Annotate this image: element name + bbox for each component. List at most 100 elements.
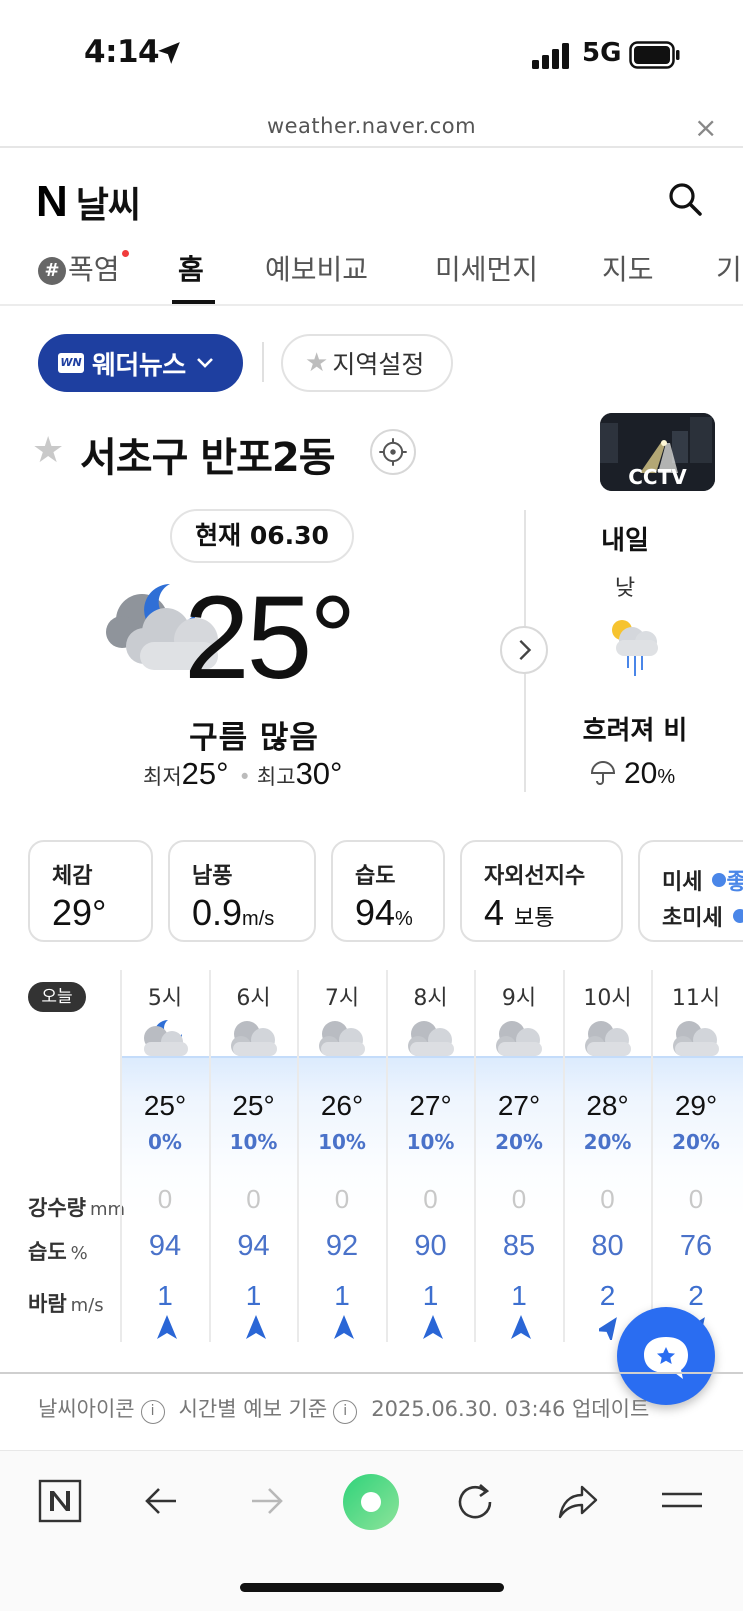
feels-like-card[interactable]: 체감 29° <box>28 840 153 942</box>
wind-card[interactable]: 남풍 0.9m/s <box>168 840 316 942</box>
separator-dot: • <box>238 765 251 789</box>
close-icon[interactable]: × <box>694 111 717 144</box>
wind-row-label: 바람 m/s <box>28 1292 104 1316</box>
green-dot-button[interactable] <box>342 1473 400 1531</box>
hour-humidity: 94 <box>148 1230 182 1262</box>
hour-rain-amount: 0 <box>246 1184 261 1214</box>
favorite-star-icon[interactable]: ★ <box>32 430 64 471</box>
wind-value: 0.9 <box>192 892 243 933</box>
share-icon[interactable] <box>556 1481 600 1521</box>
hour-temperature: 29° <box>674 1090 718 1121</box>
chat-star-icon <box>644 1337 688 1379</box>
hourly-forecast[interactable]: 강수량 mm 습도% 바람 m/s 5시 25° 0% 0 94 1 6시 25° 10% 0 94 1 7… <box>0 970 743 1344</box>
hour-label: 10시 <box>583 986 632 1011</box>
wind-direction-icon <box>510 1314 532 1344</box>
uv-level: 보통 <box>514 905 555 930</box>
back-arrow-icon[interactable] <box>142 1481 182 1521</box>
info-icon[interactable]: i <box>333 1400 358 1424</box>
url-text[interactable]: weather.naver.com <box>0 114 743 138</box>
wind-unit: m/s <box>242 908 275 930</box>
fine-dust-card[interactable]: 미세 좋 초미세 <box>638 840 743 942</box>
hour-column: 8시 27° 10% 0 90 1 <box>385 970 474 1342</box>
battery-icon <box>629 41 680 69</box>
refresh-icon[interactable] <box>454 1481 496 1523</box>
star-icon: ★ <box>305 348 329 378</box>
tomorrow-rain-unit: % <box>657 766 676 788</box>
hour-label: 8시 <box>413 986 448 1011</box>
cloudy-icon <box>223 1016 283 1064</box>
cloudy-icon <box>488 1016 548 1064</box>
hour-precip-chance: 10% <box>406 1130 455 1154</box>
hour-column: 6시 25° 10% 0 94 1 <box>208 970 297 1342</box>
forward-arrow-icon[interactable] <box>246 1481 286 1521</box>
tab-more[interactable]: 기 <box>716 248 742 288</box>
dust-status-dot <box>712 873 727 887</box>
hour-wind-speed: 1 <box>511 1280 527 1311</box>
network-type: 5G <box>582 38 622 68</box>
app-header: N 날씨 <box>0 150 743 230</box>
min-max-temperature: 최저25° • 최고30° <box>143 756 342 792</box>
weather-icon-guide[interactable]: 날씨아이콘 <box>38 1397 135 1421</box>
hour-humidity: 76 <box>679 1230 713 1262</box>
naver-weather-logo[interactable]: N 날씨 <box>36 176 141 228</box>
wind-direction-icon <box>333 1314 355 1344</box>
hour-wind-speed: 1 <box>422 1280 439 1311</box>
forecast-basis[interactable]: 시간별 예보 기준 <box>179 1397 328 1421</box>
hour-label: 5시 <box>147 986 183 1011</box>
search-icon[interactable] <box>668 182 702 216</box>
hour-precip-chance: 20% <box>583 1130 632 1154</box>
cloudy-icon <box>311 1016 371 1064</box>
tab-heatwave-label: 폭염 <box>68 253 120 286</box>
current-date-badge: 현재 06.30 <box>170 509 354 563</box>
umbrella-icon <box>590 761 616 785</box>
region-settings-button[interactable]: ★ 지역설정 <box>281 334 453 392</box>
hour-rain-amount: 0 <box>423 1184 438 1214</box>
weather-news-button[interactable]: WN 웨더뉴스 <box>38 334 243 392</box>
signal-icon <box>532 43 569 69</box>
hour-rain-amount: 0 <box>600 1184 615 1214</box>
ultrafine-dust-label: 초미세 <box>662 906 723 931</box>
feels-like-value: 29° <box>52 892 107 933</box>
uv-index-card[interactable]: 자외선지수 4 보통 <box>460 840 623 942</box>
hour-temperature: 27° <box>409 1090 452 1121</box>
hour-rain-amount: 0 <box>688 1184 704 1214</box>
next-arrow-button[interactable] <box>500 626 548 674</box>
tab-map[interactable]: 지도 <box>602 248 654 288</box>
current-condition: 구름 많음 <box>189 720 319 756</box>
menu-icon[interactable] <box>660 1485 704 1515</box>
hour-humidity: 85 <box>502 1230 536 1262</box>
chatbot-fab[interactable] <box>617 1307 715 1405</box>
cloudy-night-icon <box>134 1016 194 1064</box>
naver-home-icon[interactable] <box>38 1479 82 1523</box>
new-dot <box>121 250 129 257</box>
tab-home[interactable]: 홈 <box>178 248 204 288</box>
gps-target-icon[interactable] <box>370 429 416 475</box>
tomorrow-rain-chance: 20% <box>590 757 675 791</box>
tab-fine-dust[interactable]: 미세먼지 <box>435 248 538 288</box>
chip-divider <box>262 342 264 382</box>
hour-column: 11시 29° 20% 0 76 2 <box>651 970 739 1343</box>
cloudy-icon <box>577 1016 637 1064</box>
humidity-value: 94 <box>355 892 396 933</box>
max-value: 30° <box>295 756 343 791</box>
feels-like-label: 체감 <box>52 864 93 889</box>
footer-info: 날씨아이콘 i 시간별 예보 기준 i 2025.06.30. 03:46 업데이트 <box>38 1393 649 1424</box>
hour-rain-amount: 0 <box>511 1184 527 1214</box>
hashtag-icon: # <box>38 257 66 285</box>
hour-label: 9시 <box>501 986 537 1011</box>
tomorrow-period: 낮 <box>614 576 636 601</box>
location-name[interactable]: 서초구 반포2동 <box>80 425 336 483</box>
hour-temperature: 25° <box>143 1090 187 1121</box>
tab-forecast-compare[interactable]: 예보비교 <box>265 248 368 288</box>
humidity-card[interactable]: 습도 94% <box>331 840 445 942</box>
hour-wind-speed: 1 <box>245 1280 262 1311</box>
update-time: 2025.06.30. 03:46 업데이트 <box>371 1397 650 1421</box>
info-icon[interactable]: i <box>140 1400 165 1424</box>
hour-precip-chance: 0% <box>148 1130 182 1154</box>
cctv-thumbnail[interactable]: CCTV <box>600 413 715 491</box>
url-bar[interactable]: weather.naver.com × <box>0 108 743 148</box>
tab-heatwave[interactable]: # 폭염 <box>38 248 129 288</box>
cloudy-icon <box>665 1016 725 1064</box>
footer-divider <box>0 1372 743 1374</box>
home-indicator <box>240 1583 504 1592</box>
